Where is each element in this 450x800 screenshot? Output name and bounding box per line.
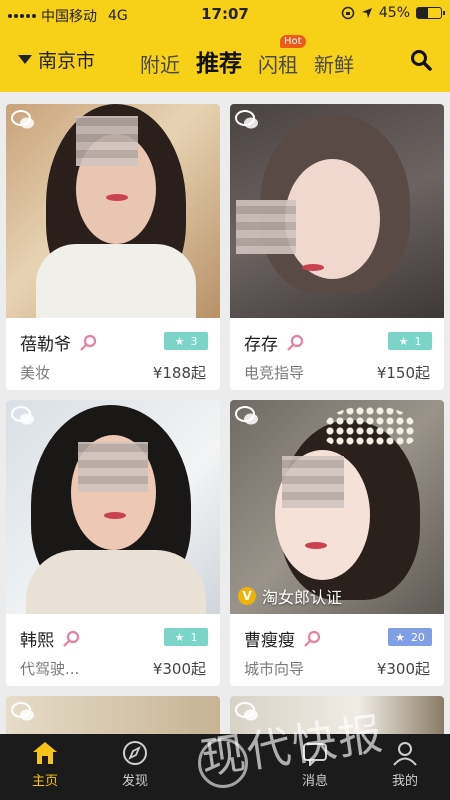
profile-name: 韩熙 bbox=[20, 631, 54, 651]
female-icon bbox=[63, 630, 80, 647]
profile-card[interactable]: 韩熙 ★ 1 代驾驶... ¥300起 bbox=[6, 400, 220, 686]
tab-fresh[interactable]: 新鲜 bbox=[314, 49, 354, 78]
dropdown-triangle-icon bbox=[18, 55, 32, 64]
nav-messages-label: 消息 bbox=[301, 774, 328, 789]
star-icon: ★ bbox=[174, 630, 185, 644]
battery-percent: 45% bbox=[378, 5, 410, 21]
female-icon bbox=[304, 630, 321, 647]
wechat-icon bbox=[11, 702, 34, 721]
price-label: ¥300起 bbox=[152, 660, 206, 678]
profile-photo bbox=[6, 400, 220, 614]
price-label: ¥188起 bbox=[152, 364, 206, 382]
city-selector[interactable]: 南京市 bbox=[18, 46, 95, 73]
tab-flash-rent[interactable]: 闪租 Hot bbox=[258, 35, 306, 78]
nav-profile-label: 我的 bbox=[391, 774, 418, 789]
tab-nearby[interactable]: 附近 bbox=[140, 49, 180, 78]
profile-grid: 蓓勒爷 ★ 3 美妆 ¥188起 存存 ★ 1 电竞指导 ¥150起 韩熙 ★ … bbox=[6, 104, 444, 734]
level-badge: ★ 1 bbox=[164, 628, 208, 646]
profile-card[interactable]: 蓓勒爷 ★ 3 美妆 ¥188起 bbox=[6, 104, 220, 390]
nav-home[interactable]: 主页 bbox=[0, 740, 90, 789]
verified-label: 淘女郎认证 bbox=[262, 588, 343, 607]
tab-recommended[interactable]: 推荐 bbox=[196, 44, 242, 78]
header: 南京市 附近 推荐 闪租 Hot 新鲜 bbox=[0, 35, 450, 84]
profile-info: 韩熙 ★ 1 代驾驶... ¥300起 bbox=[6, 614, 220, 686]
service-label: 代驾驶... bbox=[20, 660, 80, 678]
city-label: 南京市 bbox=[38, 50, 96, 72]
watermark-camera-icon bbox=[198, 738, 248, 788]
profile-icon bbox=[393, 742, 417, 766]
location-icon bbox=[361, 8, 372, 18]
profile-name: 存存 bbox=[244, 335, 278, 355]
wechat-icon bbox=[11, 110, 34, 129]
star-icon: ★ bbox=[174, 334, 185, 348]
level-badge: ★ 20 bbox=[388, 628, 432, 646]
compass-icon bbox=[123, 741, 147, 765]
battery-icon bbox=[416, 7, 445, 19]
verified-v-icon: V bbox=[238, 587, 256, 605]
price-label: ¥150起 bbox=[376, 364, 430, 382]
wechat-icon bbox=[235, 702, 258, 721]
profile-name: 曹瘦瘦 bbox=[244, 631, 295, 651]
profile-photo: V 淘女郎认证 bbox=[230, 400, 444, 614]
profile-photo bbox=[6, 696, 220, 734]
wechat-icon bbox=[11, 406, 34, 425]
level-badge: ★ 1 bbox=[388, 332, 432, 350]
service-label: 电竞指导 bbox=[244, 364, 305, 382]
service-label: 美妆 bbox=[20, 364, 51, 382]
nav-discover[interactable]: 发现 bbox=[90, 740, 180, 789]
hot-badge: Hot bbox=[280, 35, 306, 48]
profile-info: 曹瘦瘦 ★ 20 城市向导 ¥300起 bbox=[230, 614, 444, 686]
profile-photo bbox=[230, 104, 444, 318]
search-icon[interactable] bbox=[410, 49, 432, 71]
female-icon bbox=[287, 334, 304, 351]
profile-name: 蓓勒爷 bbox=[20, 335, 71, 355]
level-badge: ★ 3 bbox=[164, 332, 208, 350]
rotation-lock-icon bbox=[341, 6, 355, 20]
nav-messages[interactable]: 消息 bbox=[270, 740, 360, 789]
profile-photo bbox=[230, 696, 444, 734]
star-icon: ★ bbox=[395, 630, 405, 644]
nav-profile[interactable]: 我的 bbox=[360, 740, 450, 789]
message-icon bbox=[303, 743, 327, 766]
verified-tag: V 淘女郎认证 bbox=[238, 584, 342, 608]
nav-home-label: 主页 bbox=[31, 774, 58, 789]
status-bar: 中国移动 4G 17:07 45% bbox=[0, 0, 450, 30]
price-label: ¥300起 bbox=[376, 660, 430, 678]
profile-card[interactable]: V 淘女郎认证 曹瘦瘦 ★ 20 城市向导 ¥300起 bbox=[230, 400, 444, 686]
nav-discover-label: 发现 bbox=[121, 774, 148, 789]
wechat-icon bbox=[235, 110, 258, 129]
female-icon bbox=[80, 334, 97, 351]
category-tabs: 附近 推荐 闪租 Hot 新鲜 bbox=[140, 35, 354, 78]
profile-info: 存存 ★ 1 电竞指导 ¥150起 bbox=[230, 318, 444, 390]
top-bar: 中国移动 4G 17:07 45% 南京市 附近 推荐 闪租 Hot 新鲜 bbox=[0, 0, 450, 92]
profile-info: 蓓勒爷 ★ 3 美妆 ¥188起 bbox=[6, 318, 220, 390]
profile-card[interactable]: 存存 ★ 1 电竞指导 ¥150起 bbox=[230, 104, 444, 390]
wechat-icon bbox=[235, 406, 258, 425]
home-icon bbox=[33, 742, 57, 764]
tab-flash-rent-label: 闪租 bbox=[258, 53, 298, 77]
service-label: 城市向导 bbox=[244, 660, 305, 678]
profile-card[interactable] bbox=[6, 696, 220, 734]
profile-photo bbox=[6, 104, 220, 318]
profile-card[interactable] bbox=[230, 696, 444, 734]
star-icon: ★ bbox=[398, 334, 409, 348]
